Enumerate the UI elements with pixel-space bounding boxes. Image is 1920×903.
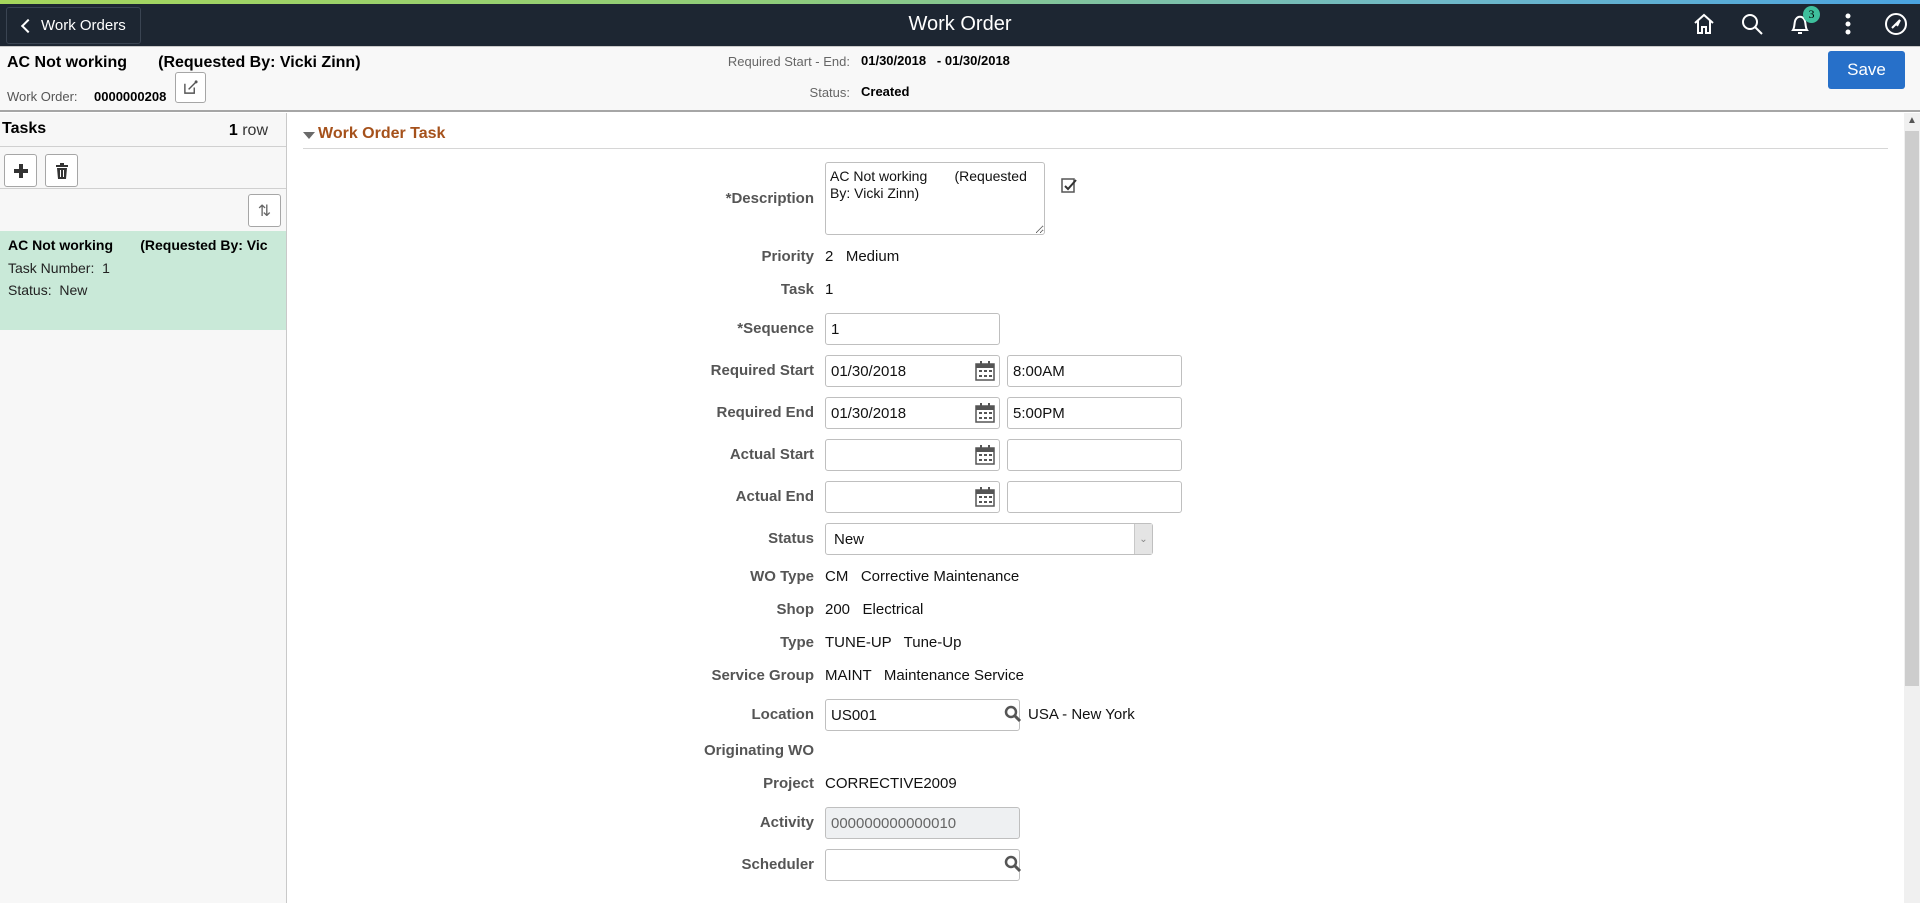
actual-start-label: Actual Start	[729, 446, 814, 463]
kebab-menu-icon	[1845, 13, 1851, 35]
search-button[interactable]	[1738, 10, 1766, 38]
status-select[interactable]: New ⌄	[825, 523, 1153, 555]
service-group-value: MAINT Maintenance Service	[825, 667, 1024, 684]
section-title: Work Order Task	[318, 125, 446, 142]
task-list-item[interactable]: AC Not working (Requested By: Vic Task N…	[0, 231, 286, 330]
required-start-end-value: 01/30/2018 - 01/30/2018	[861, 53, 1010, 68]
compass-icon	[1885, 13, 1907, 35]
tasks-title: Tasks	[2, 120, 47, 137]
wo-type-label: WO Type	[750, 568, 814, 585]
lookup-icon[interactable]	[1004, 705, 1022, 723]
task-item-number: Task Number: 1	[8, 260, 110, 276]
scheduler-label: Scheduler	[741, 856, 814, 873]
scrollbar-thumb[interactable]	[1905, 131, 1919, 686]
actual-end-label: Actual End	[735, 488, 814, 505]
notification-badge: 3	[1803, 6, 1820, 23]
task-value: 1	[825, 281, 834, 298]
location-label: Location	[751, 706, 815, 723]
lookup-icon[interactable]	[1004, 855, 1022, 873]
type-value: TUNE-UP Tune-Up	[825, 634, 962, 651]
tasks-pane: Tasks 1 row ⇅ AC Not working (Requested …	[0, 113, 287, 903]
required-end-label: Required End	[716, 404, 814, 421]
description-label: *Description	[725, 190, 814, 207]
page-title: Work Order	[908, 13, 1012, 35]
home-icon	[1694, 13, 1714, 34]
shop-label: Shop	[776, 601, 815, 618]
section-divider	[303, 148, 1888, 149]
shop-value: 200 Electrical	[825, 601, 924, 618]
calendar-icon[interactable]	[974, 360, 996, 382]
header-status-value: Created	[861, 84, 910, 99]
required-start-end-label: Required Start - End:	[727, 54, 850, 69]
status-selected-value: New	[834, 531, 865, 548]
work-order-number-value: 0000000208	[94, 89, 167, 104]
chevron-left-icon	[20, 18, 36, 33]
work-order-number-label: Work Order:	[7, 89, 78, 104]
task-item-title: AC Not working (Requested By: Vic	[8, 237, 268, 253]
actions-menu-button[interactable]	[1834, 10, 1862, 38]
edit-icon	[184, 80, 198, 94]
sort-button[interactable]: ⇅	[248, 194, 281, 227]
work-order-task-panel: Work Order Task *Description Priority 2 …	[288, 113, 1904, 903]
actual-end-time-input[interactable]	[1007, 481, 1182, 513]
delete-task-button[interactable]	[45, 154, 78, 187]
wo-type-value: CM Corrective Maintenance	[825, 568, 1020, 585]
priority-label: Priority	[761, 248, 814, 265]
required-start-label: Required Start	[710, 362, 814, 379]
project-label: Project	[763, 775, 814, 792]
back-button-label: Work Orders	[41, 17, 126, 34]
type-label: Type	[780, 634, 814, 651]
sequence-label: *Sequence	[737, 320, 814, 337]
calendar-icon[interactable]	[974, 402, 996, 424]
work-order-title: AC Not working (Requested By: Vicki Zinn…	[7, 54, 361, 71]
activity-input	[825, 807, 1020, 839]
location-input[interactable]	[825, 699, 1020, 731]
save-button[interactable]: Save	[1828, 51, 1905, 89]
location-description: USA - New York	[1028, 706, 1135, 723]
work-order-header: AC Not working (Requested By: Vicki Zinn…	[0, 46, 1920, 112]
search-icon	[1742, 14, 1763, 35]
plus-icon	[13, 163, 28, 178]
navbar-button[interactable]	[1882, 10, 1910, 38]
required-end-time-input[interactable]	[1007, 397, 1182, 429]
calendar-icon[interactable]	[974, 486, 996, 508]
required-start-time-input[interactable]	[1007, 355, 1182, 387]
scroll-up-icon[interactable]: ▲	[1904, 115, 1920, 129]
sequence-input[interactable]	[825, 313, 1000, 345]
scheduler-input[interactable]	[825, 849, 1020, 881]
actual-start-time-input[interactable]	[1007, 439, 1182, 471]
task-label: Task	[780, 281, 814, 298]
row-count-number: 1	[228, 122, 238, 139]
activity-label: Activity	[759, 814, 814, 831]
vertical-scrollbar[interactable]: ▲	[1904, 113, 1920, 903]
originating-wo-label: Originating WO	[704, 742, 814, 759]
priority-value: 2 Medium	[825, 248, 900, 265]
project-value: CORRECTIVE2009	[825, 775, 957, 792]
status-label: Status	[768, 530, 814, 547]
header-status-label: Status:	[809, 85, 850, 100]
home-button[interactable]	[1690, 10, 1718, 38]
task-item-status: Status: New	[8, 282, 88, 298]
spellcheck-icon[interactable]	[1061, 177, 1078, 194]
trash-icon	[55, 162, 68, 179]
add-task-button[interactable]	[4, 154, 37, 187]
chevron-down-icon: ⌄	[1134, 524, 1152, 554]
description-textarea[interactable]	[825, 162, 1045, 235]
edit-header-button[interactable]	[175, 72, 206, 103]
sort-arrows-icon: ⇅	[257, 202, 272, 220]
top-banner: Work Orders Work Order 3	[0, 0, 1920, 46]
calendar-icon[interactable]	[974, 444, 996, 466]
service-group-label: Service Group	[711, 667, 814, 684]
notifications-button[interactable]: 3	[1786, 6, 1820, 38]
back-to-work-orders-button[interactable]: Work Orders	[6, 7, 141, 44]
collapse-triangle-icon	[303, 131, 315, 139]
row-count-word: row	[237, 122, 268, 139]
work-order-task-section-toggle[interactable]: Work Order Task	[303, 125, 445, 143]
tasks-row-count: 1 row	[229, 122, 268, 140]
accent-stripe	[0, 0, 1920, 4]
